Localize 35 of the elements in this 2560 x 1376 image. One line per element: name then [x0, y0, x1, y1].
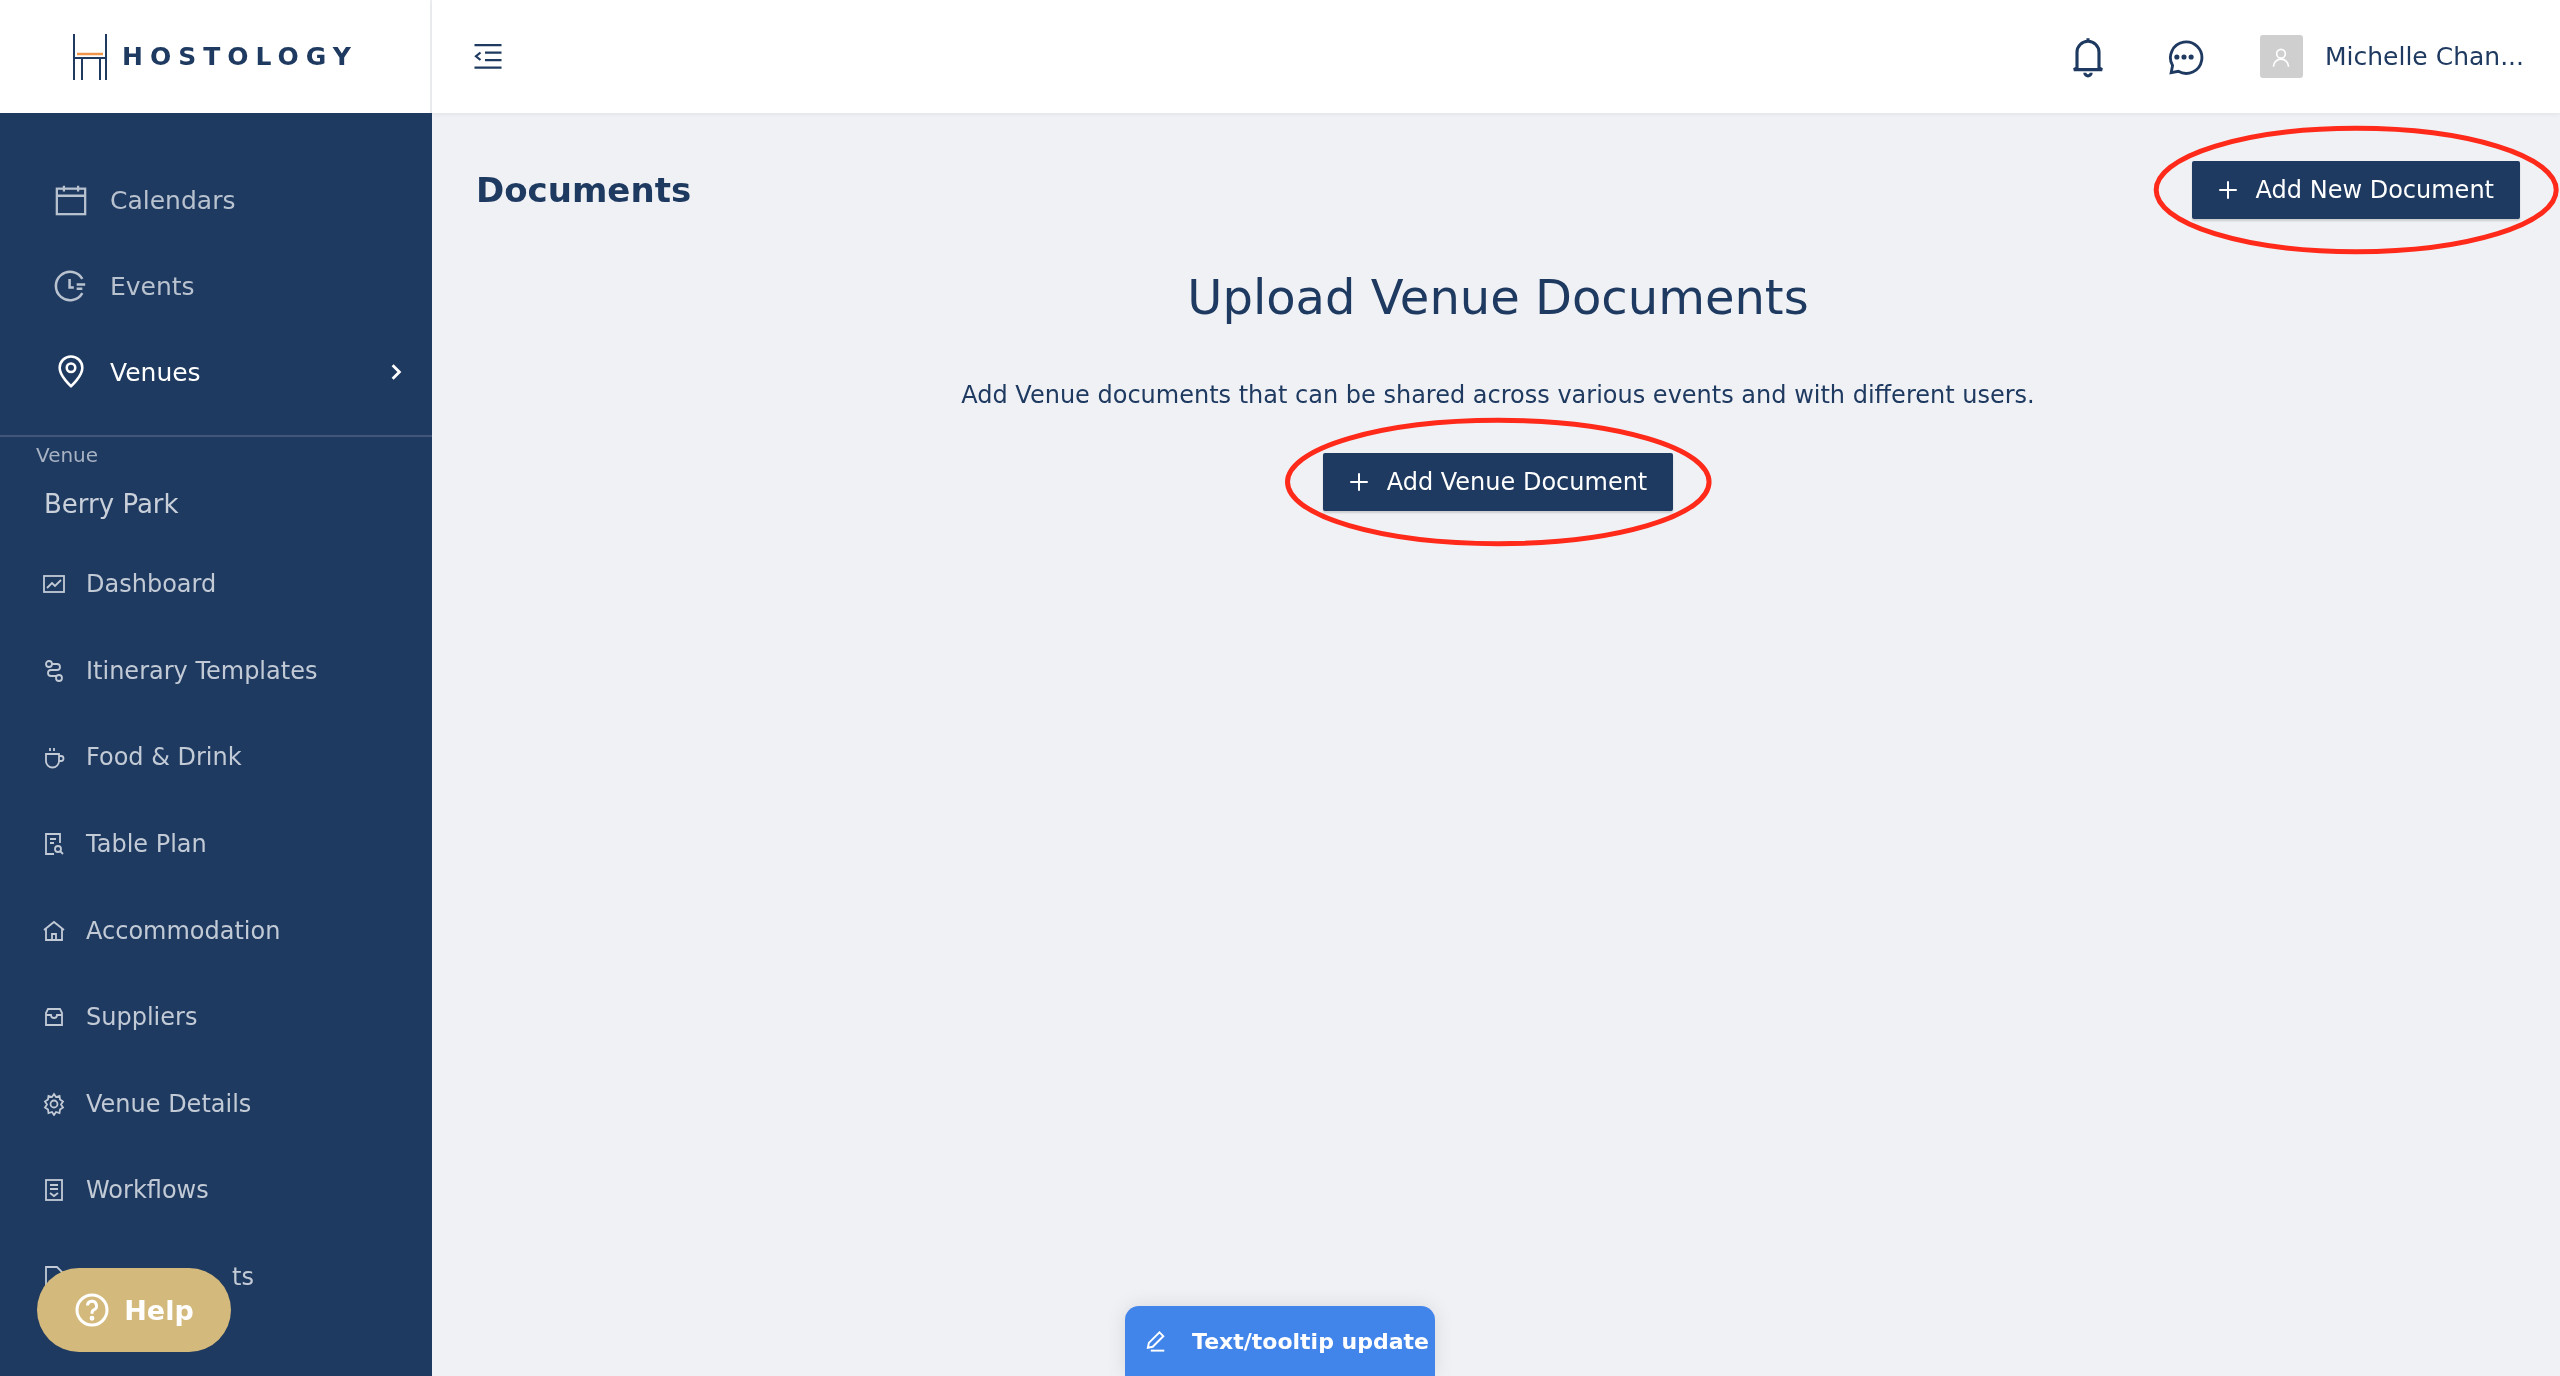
nav-item[interactable]: Accommodation	[0, 887, 432, 974]
add-document-button[interactable]: Add New Document	[2191, 161, 2520, 219]
nav-item[interactable]: Dashboard	[0, 541, 432, 628]
nav-item-label[interactable]: ts	[232, 1263, 254, 1292]
checklist-icon	[42, 1178, 66, 1203]
nav-item[interactable]: Events	[0, 243, 432, 329]
settings-icon	[42, 1091, 66, 1116]
empty-state-text: Add Venue documents that can be shared across various events and with different users.	[961, 381, 2035, 409]
plus-icon	[1348, 472, 1369, 492]
section-heading: Venue	[35, 443, 100, 467]
user-name[interactable]: Michelle Chan...	[2325, 42, 2524, 71]
page-title: Documents	[476, 170, 692, 210]
empty-state-title: Upload Venue Documents	[1187, 269, 1809, 325]
route-icon	[42, 658, 66, 683]
nav-item[interactable]: Venue Details	[0, 1060, 432, 1148]
chevron-right-icon	[390, 363, 402, 381]
nav-item[interactable]: Venues	[0, 329, 432, 415]
plus-icon	[2217, 180, 2238, 200]
clock-icon	[54, 269, 88, 303]
nav-item[interactable]: Calendars	[0, 157, 432, 243]
house-icon	[42, 918, 66, 943]
document-search-icon	[42, 832, 66, 857]
feedback-button[interactable]: Text/tooltip update	[1125, 1306, 1435, 1376]
nav-item[interactable]: Workflows	[0, 1147, 432, 1234]
nav-item[interactable]: Itinerary Templates	[0, 627, 432, 715]
nav-item[interactable]: Suppliers	[0, 973, 432, 1061]
logo-icon	[72, 33, 109, 80]
help-icon	[74, 1292, 111, 1328]
brand-name: HOSTOLOGY	[122, 42, 358, 71]
cup-icon	[42, 745, 66, 770]
calendar-icon	[54, 183, 88, 217]
nav-item[interactable]: Table Plan	[0, 800, 432, 888]
nav-item[interactable]: Food & Drink	[0, 714, 432, 801]
venue-name: Berry Park	[43, 488, 180, 521]
add-venue-document-button[interactable]: Add Venue Document	[1322, 453, 1674, 511]
